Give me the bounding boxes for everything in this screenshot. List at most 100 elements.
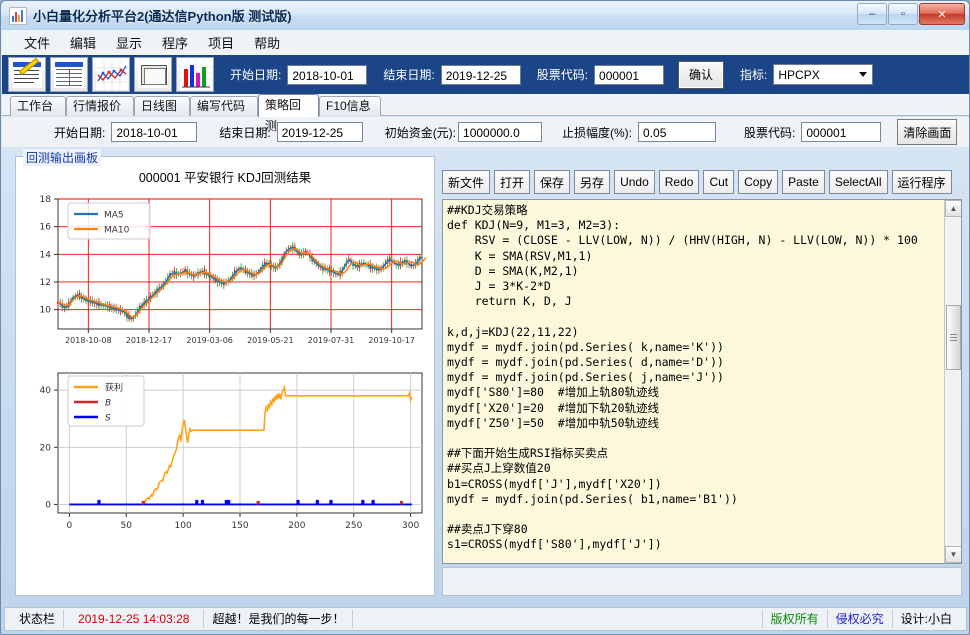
- menu-view[interactable]: 显示: [106, 31, 152, 54]
- menu-program[interactable]: 程序: [152, 31, 198, 54]
- svg-text:0: 0: [45, 500, 51, 510]
- line-chart-icon[interactable]: [92, 57, 130, 92]
- scroll-up-icon[interactable]: ▲: [945, 200, 961, 217]
- maximize-button[interactable]: ▫: [888, 3, 918, 25]
- select-all-button[interactable]: SelectAll: [828, 170, 888, 194]
- svg-text:16: 16: [40, 223, 52, 233]
- svg-text:B: B: [105, 399, 111, 409]
- svg-text:2019-03-06: 2019-03-06: [186, 336, 233, 345]
- svg-text:2018-12-17: 2018-12-17: [126, 336, 173, 345]
- status-slogan: 超越！是我们的每一步！: [204, 610, 354, 628]
- run-program-button[interactable]: 运行程序: [891, 170, 952, 194]
- cut-button[interactable]: Cut: [703, 170, 735, 194]
- svg-text:100: 100: [175, 521, 192, 531]
- toolbar-stock-code-label: 股票代码:: [536, 68, 589, 82]
- code-output-bar: [442, 567, 962, 596]
- tab-strip: 工作台 行情报价 日线图 编写代码 策略回测 F10信息: [2, 94, 969, 133]
- svg-text:10: 10: [40, 306, 52, 316]
- toolbar-end-date-input[interactable]: 2019-12-25: [440, 64, 521, 85]
- param-capital-input[interactable]: 1000000.0: [458, 122, 543, 142]
- indicator-dropdown-value: HPCPX: [778, 67, 820, 82]
- code-panel: 新文件 打开 保存 另存 Undo Redo Cut Copy Paste Se…: [442, 167, 962, 596]
- chevron-down-icon: [859, 72, 868, 77]
- menu-help[interactable]: 帮助: [244, 31, 290, 54]
- svg-text:0: 0: [67, 521, 73, 531]
- tab-quotes[interactable]: 行情报价: [66, 96, 134, 116]
- svg-text:300: 300: [402, 521, 419, 531]
- menu-bar: 文件 编辑 显示 程序 项目 帮助: [2, 30, 969, 55]
- svg-text:18: 18: [40, 195, 52, 205]
- save-button[interactable]: 保存: [534, 170, 571, 194]
- svg-text:150: 150: [231, 521, 248, 531]
- new-file-button[interactable]: 新文件: [442, 170, 491, 194]
- svg-text:200: 200: [288, 521, 305, 531]
- code-toolbar: 新文件 打开 保存 另存 Undo Redo Cut Copy Paste Se…: [442, 167, 962, 197]
- indicator-dropdown[interactable]: HPCPX: [773, 64, 874, 85]
- tab-backtest[interactable]: 策略回测: [258, 94, 319, 133]
- tab-daily-chart[interactable]: 日线图: [134, 96, 190, 116]
- redo-button[interactable]: Redo: [658, 170, 700, 194]
- profit-chart: 0 20 40 0 50 100 150 200 250 300 获利 BS: [40, 372, 423, 531]
- price-chart: 10 12 14 16 18 2018-10-08 2018-12-17 2019-03-06…: [40, 195, 427, 345]
- undo-button[interactable]: Undo: [614, 170, 655, 194]
- code-editor-wrapper: ##KDJ交易策略 def KDJ(N=9, M1=3, M2=3): RSV …: [442, 199, 962, 564]
- status-bar: 状态栏 2019-12-25 14:03:28 超越！是我们的每一步！ 版权所有…: [4, 607, 967, 631]
- status-label: 状态栏: [11, 610, 65, 628]
- bar-chart-icon[interactable]: [176, 57, 214, 92]
- open-button[interactable]: 打开: [494, 170, 531, 194]
- svg-text:250: 250: [345, 521, 362, 531]
- status-infringement: 侵权必究: [828, 610, 893, 628]
- status-copyright: 版权所有: [761, 610, 828, 628]
- main-toolbar: 开始日期: 2018-10-01 结束日期: 2019-12-25 股票代码: …: [2, 55, 969, 94]
- scroll-down-icon[interactable]: ▼: [945, 546, 961, 563]
- tab-write-code[interactable]: 编写代码: [190, 96, 258, 116]
- toolbar-start-date-input[interactable]: 2018-10-01: [287, 64, 368, 85]
- toolbar-stock-code-input[interactable]: 000001: [594, 64, 665, 85]
- param-end-date-label: 结束日期:: [219, 125, 271, 140]
- param-stoploss-label: 止损幅度(%):: [562, 125, 633, 140]
- backtest-output-panel: 000001 平安银行 KDJ回测结果 10 12 14 16 18 2018-10-08…: [15, 156, 435, 596]
- param-start-date-input[interactable]: 2018-10-01: [111, 122, 198, 142]
- svg-text:获利: 获利: [105, 382, 123, 394]
- confirm-button[interactable]: 确认: [678, 60, 725, 89]
- status-designer: 设计:小白: [900, 612, 952, 626]
- status-datetime: 2019-12-25 14:03:28: [64, 610, 205, 628]
- param-stock-code-label: 股票代码:: [744, 125, 796, 140]
- clear-screen-button[interactable]: 清除画面: [897, 119, 958, 145]
- app-window: 小白量化分析平台2(通达信Python版 测试版) – ▫ ✕ 文件 编辑 显示…: [0, 0, 970, 635]
- folder-icon[interactable]: [134, 57, 172, 92]
- param-stock-code-input[interactable]: 000001: [801, 122, 882, 142]
- toolbar-indicator-label: 指标:: [740, 68, 768, 82]
- scrollbar-thumb[interactable]: [946, 305, 961, 370]
- save-as-button[interactable]: 另存: [574, 170, 611, 194]
- param-stoploss-input[interactable]: 0.05: [638, 122, 717, 142]
- svg-text:S: S: [105, 414, 111, 424]
- menu-project[interactable]: 项目: [198, 31, 244, 54]
- close-button[interactable]: ✕: [919, 3, 965, 25]
- svg-text:12: 12: [40, 278, 51, 288]
- window-controls: – ▫ ✕: [857, 3, 965, 25]
- toolbar-start-date-label: 开始日期:: [230, 68, 282, 82]
- svg-text:MA10: MA10: [104, 226, 130, 236]
- scrollbar-grip-icon: [950, 334, 957, 341]
- edit-document-icon[interactable]: [8, 57, 46, 92]
- svg-text:MA5: MA5: [104, 211, 124, 221]
- svg-text:50: 50: [121, 521, 133, 531]
- svg-text:2018-10-08: 2018-10-08: [65, 336, 112, 345]
- copy-button[interactable]: Copy: [738, 170, 779, 194]
- minimize-button[interactable]: –: [857, 3, 887, 25]
- svg-text:2019-10-17: 2019-10-17: [368, 336, 415, 345]
- tab-workbench[interactable]: 工作台: [10, 96, 66, 116]
- toolbar-end-date-label: 结束日期:: [383, 68, 435, 82]
- code-editor[interactable]: ##KDJ交易策略 def KDJ(N=9, M1=3, M2=3): RSV …: [443, 200, 943, 563]
- editor-scrollbar[interactable]: ▲ ▼: [944, 200, 961, 563]
- param-end-date-input[interactable]: 2019-12-25: [276, 122, 363, 142]
- svg-text:2019-07-31: 2019-07-31: [308, 336, 355, 345]
- tab-f10-info[interactable]: F10信息: [319, 96, 381, 116]
- table-icon[interactable]: [50, 57, 88, 92]
- paste-button[interactable]: Paste: [782, 170, 825, 194]
- menu-edit[interactable]: 编辑: [60, 31, 106, 54]
- param-start-date-label: 开始日期:: [54, 125, 106, 140]
- window-title: 小白量化分析平台2(通达信Python版 测试版): [33, 9, 292, 24]
- menu-file[interactable]: 文件: [14, 31, 60, 54]
